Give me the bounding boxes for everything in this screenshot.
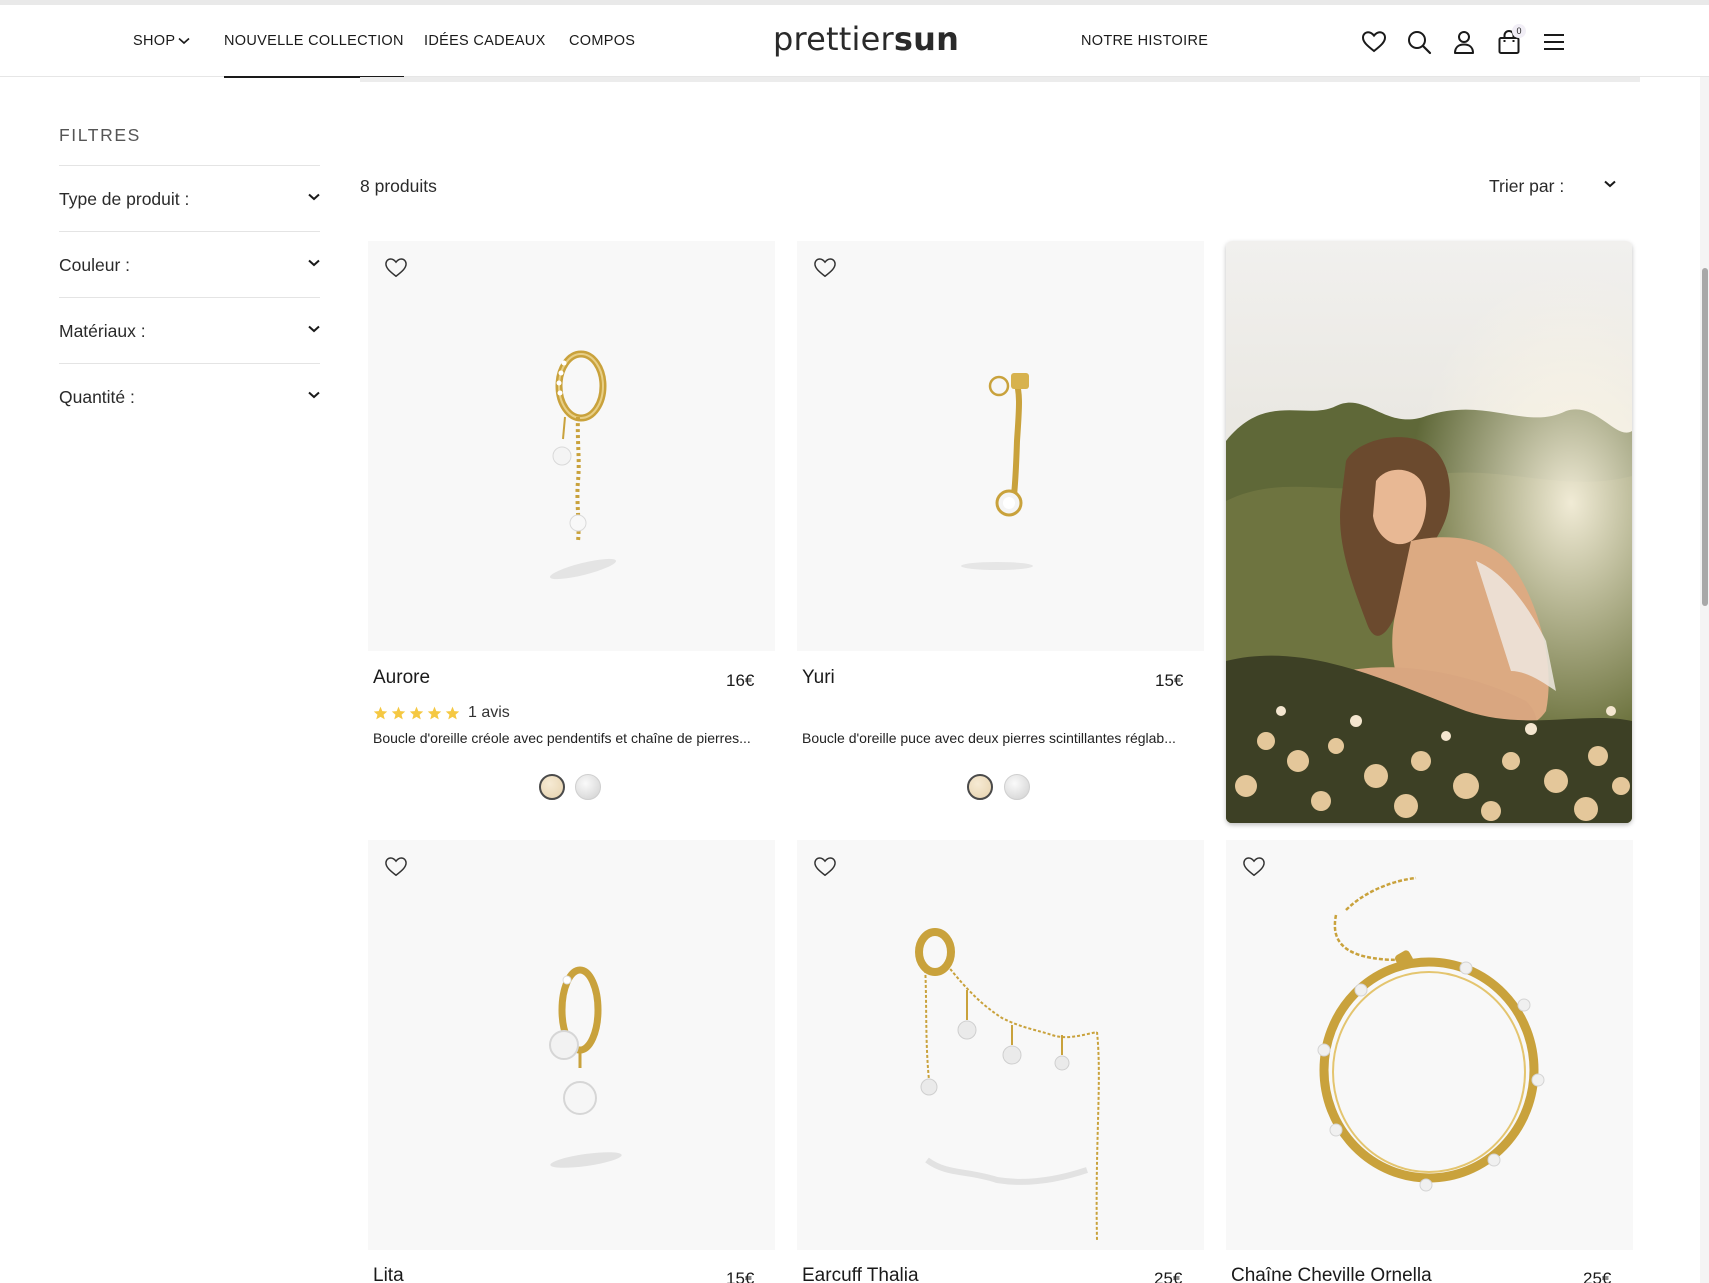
product-count: 8 produits	[360, 176, 437, 196]
scrollbar-thumb[interactable]	[1702, 268, 1708, 606]
product-description: Boucle d'oreille puce avec deux pierres …	[802, 730, 1176, 746]
nav-nouvelle-collection[interactable]: NOUVELLE COLLECTION	[224, 33, 404, 78]
product-price: 15€	[726, 1269, 755, 1283]
menu-icon	[1544, 34, 1564, 50]
logo-light: prettier	[773, 20, 894, 58]
chevron-down-icon[interactable]	[1604, 180, 1616, 188]
header-sub-border	[360, 77, 1640, 82]
product-name[interactable]: Chaîne Cheville Ornella	[1231, 1265, 1432, 1283]
product-name[interactable]: Yuri	[802, 667, 835, 689]
filter-couleur[interactable]: Couleur :	[59, 231, 320, 297]
star-icon	[409, 706, 424, 720]
star-icon	[427, 706, 442, 720]
product-image-chaine-cheville-ornella[interactable]	[1226, 840, 1633, 1250]
product-price: 25€	[1154, 1269, 1183, 1283]
review-count[interactable]: 1 avis	[468, 704, 510, 722]
swatch-gold[interactable]	[539, 774, 565, 800]
product-rating: 1 avis	[373, 704, 510, 722]
product-image-yuri[interactable]	[797, 241, 1204, 651]
nav-compos[interactable]: COMPOS	[569, 33, 635, 49]
woman-in-flower-field-photo	[1226, 241, 1632, 823]
product-price: 16€	[726, 671, 755, 690]
anklet-illustration	[1317, 876, 1545, 1192]
heart-icon	[1361, 31, 1387, 53]
chevron-down-icon	[308, 391, 320, 399]
cart-button[interactable]: 0	[1494, 24, 1526, 57]
nav-idees-cadeaux[interactable]: IDÉES CADEAUX	[424, 33, 546, 49]
filter-quantite[interactable]: Quantité :	[59, 363, 320, 429]
lifestyle-photo	[1226, 241, 1632, 823]
earcuff-illustration	[915, 928, 1100, 1241]
product-image-lita[interactable]	[368, 840, 775, 1250]
nav-shop[interactable]: SHOP	[133, 33, 190, 49]
star-icon	[373, 706, 388, 720]
wishlist-button[interactable]	[1359, 27, 1389, 57]
filter-label: Couleur :	[59, 255, 131, 275]
cart-count-badge: 0	[1512, 24, 1526, 38]
swatch-silver[interactable]	[575, 774, 601, 800]
chevron-down-icon	[308, 325, 320, 333]
product-image-earcuff-thalia[interactable]	[797, 840, 1204, 1250]
filter-label: Type de produit :	[59, 189, 190, 209]
filter-type-de-produit[interactable]: Type de produit :	[59, 165, 320, 231]
search-icon	[1408, 31, 1432, 55]
earring-illustration	[549, 350, 617, 580]
logo-bold: sun	[893, 20, 960, 58]
product-image-aurore[interactable]	[368, 241, 775, 651]
product-price: 25€	[1583, 1269, 1612, 1283]
site-header: SHOP NOUVELLE COLLECTION IDÉES CADEAUX C…	[0, 5, 1709, 78]
product-price: 15€	[1155, 671, 1184, 690]
scrollbar-track[interactable]	[1700, 77, 1709, 1283]
product-name[interactable]: Lita	[373, 1265, 404, 1283]
filters-title: FILTRES	[59, 125, 141, 145]
star-icon	[391, 706, 406, 720]
earring-illustration	[549, 966, 622, 1168]
product-name[interactable]: Aurore	[373, 667, 430, 689]
menu-button[interactable]	[1539, 27, 1569, 57]
product-name[interactable]: Earcuff Thalia	[802, 1265, 919, 1283]
filter-label: Matériaux :	[59, 321, 146, 341]
earring-illustration	[961, 373, 1033, 570]
account-button[interactable]	[1449, 27, 1479, 57]
product-description: Boucle d'oreille créole avec pendentifs …	[373, 730, 751, 746]
filter-label: Quantité :	[59, 387, 135, 407]
chevron-down-icon	[178, 38, 190, 45]
sort-dropdown[interactable]: Trier par :	[1489, 176, 1564, 197]
swatch-gold[interactable]	[967, 774, 993, 800]
nav-shop-label: SHOP	[133, 33, 176, 49]
site-logo[interactable]: prettiersun	[773, 20, 959, 58]
chevron-down-icon	[308, 193, 320, 201]
user-icon	[1454, 31, 1474, 54]
filter-materiaux[interactable]: Matériaux :	[59, 297, 320, 363]
chevron-down-icon	[308, 259, 320, 267]
swatch-silver[interactable]	[1004, 774, 1030, 800]
star-icon	[445, 706, 460, 720]
nav-notre-histoire[interactable]: NOTRE HISTOIRE	[1081, 33, 1208, 49]
search-button[interactable]	[1404, 27, 1434, 57]
